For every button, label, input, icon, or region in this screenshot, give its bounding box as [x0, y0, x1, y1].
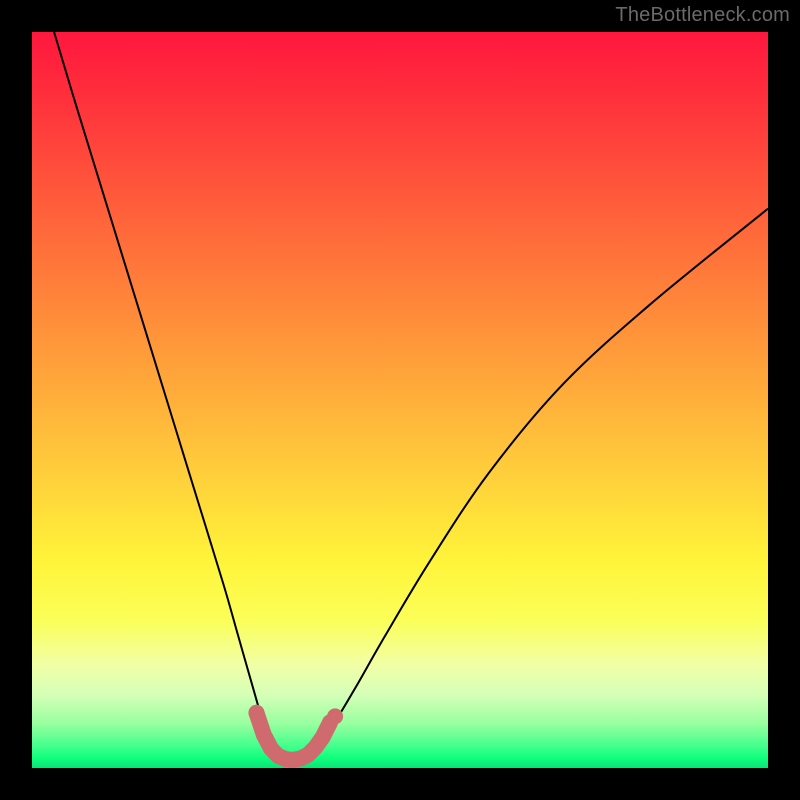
- watermark-label: TheBottleneck.com: [615, 4, 790, 27]
- bottleneck-curve: [54, 32, 768, 761]
- curve-path: [54, 32, 768, 761]
- chart-frame: TheBottleneck.com: [0, 0, 800, 800]
- plot-area: [32, 32, 768, 768]
- highlight-dot: [248, 705, 264, 721]
- highlight-band: [248, 705, 343, 760]
- highlight-band-path: [256, 713, 330, 760]
- chart-svg: [32, 32, 768, 768]
- highlight-dot: [327, 708, 343, 724]
